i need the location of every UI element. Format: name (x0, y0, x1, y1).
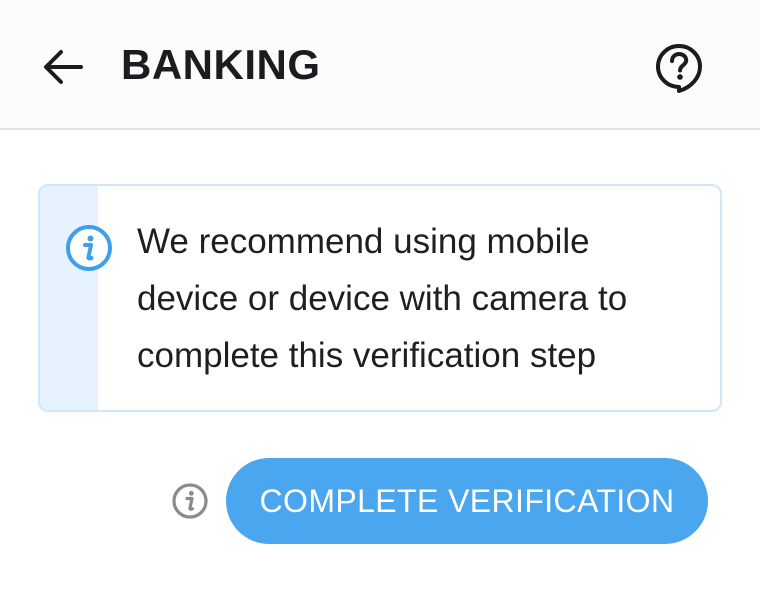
recommendation-message: We recommend using mobile device or devi… (137, 222, 628, 375)
app-bar: BANKING (0, 0, 760, 130)
info-icon[interactable] (171, 482, 209, 520)
back-button[interactable] (36, 40, 90, 94)
info-icon (66, 225, 112, 271)
complete-verification-button[interactable]: COMPLETE VERIFICATION (226, 458, 708, 544)
banner-accent-stripe (40, 186, 98, 410)
help-button[interactable] (651, 40, 707, 96)
action-row: COMPLETE VERIFICATION (0, 458, 760, 544)
arrow-left-icon (44, 50, 83, 84)
help-bubble-icon (656, 44, 702, 93)
page-title: BANKING (121, 41, 321, 88)
info-banner: We recommend using mobile device or devi… (38, 184, 722, 412)
